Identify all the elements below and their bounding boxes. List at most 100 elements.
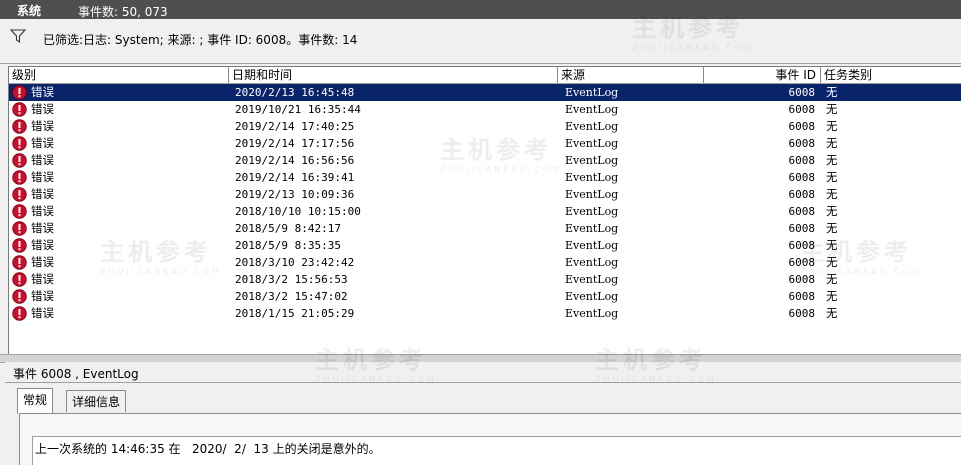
error-icon <box>12 204 27 219</box>
detail-tabs: 常规 详细信息 <box>0 383 961 417</box>
error-icon <box>12 255 27 270</box>
table-row[interactable]: 错误 2018/1/15 21:05:29 EventLog 6008 无 <box>9 305 961 322</box>
task-category-cell: 无 <box>826 306 838 320</box>
event-id-cell: 6008 <box>788 205 816 218</box>
table-row[interactable]: 错误 2018/3/2 15:56:53 EventLog 6008 无 <box>9 271 961 288</box>
event-count: 事件数: 50, 073 <box>78 5 168 19</box>
datetime-cell: 2019/2/14 16:56:56 <box>235 154 355 167</box>
filter-bar: 已筛选:日志: System; 来源: ; 事件 ID: 6008。事件数: 1… <box>0 19 961 64</box>
level-label: 错误 <box>31 170 54 184</box>
source-cell: EventLog <box>565 120 619 133</box>
event-id-cell: 6008 <box>788 188 816 201</box>
event-rows: 错误 2020/2/13 16:45:48 EventLog 6008 无错误 2019/… <box>9 84 961 322</box>
event-id-cell: 6008 <box>788 290 816 303</box>
table-row[interactable]: 错误 2019/2/14 17:40:25 EventLog 6008 无 <box>9 118 961 135</box>
task-category-cell: 无 <box>826 85 838 99</box>
datetime-cell: 2019/10/21 16:35:44 <box>235 103 361 116</box>
table-row[interactable]: 错误 2018/3/2 15:47:02 EventLog 6008 无 <box>9 288 961 305</box>
error-icon <box>12 119 27 134</box>
task-category-cell: 无 <box>826 238 838 252</box>
task-category-cell: 无 <box>826 289 838 303</box>
column-source[interactable]: 来源 <box>558 67 704 83</box>
column-datetime[interactable]: 日期和时间 <box>229 67 558 83</box>
task-category-cell: 无 <box>826 170 838 184</box>
datetime-cell: 2019/2/14 17:40:25 <box>235 120 355 133</box>
level-label: 错误 <box>31 238 54 252</box>
level-label: 错误 <box>31 289 54 303</box>
event-id-cell: 6008 <box>788 154 816 167</box>
column-event-id[interactable]: 事件 ID <box>704 67 821 83</box>
event-id-cell: 6008 <box>788 222 816 235</box>
source-cell: EventLog <box>565 205 619 218</box>
event-id-cell: 6008 <box>788 239 816 252</box>
tab-general[interactable]: 常规 <box>17 388 54 414</box>
event-id-cell: 6008 <box>788 103 816 116</box>
error-icon <box>12 306 27 321</box>
event-list[interactable]: 级别 日期和时间 来源 事件 ID 任务类别 错误 2020/2/13 16:45… <box>8 66 961 355</box>
table-row[interactable]: 错误 2019/2/13 10:09:36 EventLog 6008 无 <box>9 186 961 203</box>
datetime-cell: 2018/5/9 8:42:17 <box>235 222 341 235</box>
task-category-cell: 无 <box>826 187 838 201</box>
source-cell: EventLog <box>565 273 619 286</box>
event-id-cell: 6008 <box>788 256 816 269</box>
task-category-cell: 无 <box>826 255 838 269</box>
level-label: 错误 <box>31 136 54 150</box>
level-label: 错误 <box>31 204 54 218</box>
table-row[interactable]: 错误 2018/3/10 23:42:42 EventLog 6008 无 <box>9 254 961 271</box>
event-id-cell: 6008 <box>788 120 816 133</box>
source-cell: EventLog <box>565 307 619 320</box>
table-row[interactable]: 错误 2018/5/9 8:42:17 EventLog 6008 无 <box>9 220 961 237</box>
error-icon <box>12 85 27 100</box>
table-row[interactable]: 错误 2020/2/13 16:45:48 EventLog 6008 无 <box>9 84 961 101</box>
source-cell: EventLog <box>565 290 619 303</box>
source-cell: EventLog <box>565 188 619 201</box>
task-category-cell: 无 <box>826 136 838 150</box>
title-bar: 系统 事件数: 50, 073 <box>0 0 961 19</box>
level-label: 错误 <box>31 119 54 133</box>
datetime-cell: 2018/10/10 10:15:00 <box>235 205 361 218</box>
event-id-cell: 6008 <box>788 171 816 184</box>
tab-details[interactable]: 详细信息 <box>66 390 127 412</box>
datetime-cell: 2020/2/13 16:45:48 <box>235 86 355 99</box>
event-message-box[interactable]: 上一次系统的 14:46:35 在 2020/ 2/ 13 上的关闭是意外的。 <box>32 436 961 465</box>
level-label: 错误 <box>31 221 54 235</box>
level-label: 错误 <box>31 153 54 167</box>
error-icon <box>12 170 27 185</box>
table-row[interactable]: 错误 2018/10/10 10:15:00 EventLog 6008 无 <box>9 203 961 220</box>
task-category-cell: 无 <box>826 102 838 116</box>
column-level[interactable]: 级别 <box>9 67 229 83</box>
table-row[interactable]: 错误 2019/10/21 16:35:44 EventLog 6008 无 <box>9 101 961 118</box>
source-cell: EventLog <box>565 103 619 116</box>
error-icon <box>12 136 27 151</box>
column-header: 级别 日期和时间 来源 事件 ID 任务类别 <box>9 67 961 84</box>
level-label: 错误 <box>31 255 54 269</box>
event-id-cell: 6008 <box>788 137 816 150</box>
table-row[interactable]: 错误 2019/2/14 16:56:56 EventLog 6008 无 <box>9 152 961 169</box>
detail-title: 事件 6008 , EventLog <box>13 367 139 381</box>
task-category-cell: 无 <box>826 272 838 286</box>
table-row[interactable]: 错误 2019/2/14 17:17:56 EventLog 6008 无 <box>9 135 961 152</box>
table-row[interactable]: 错误 2019/2/14 16:39:41 EventLog 6008 无 <box>9 169 961 186</box>
level-label: 错误 <box>31 306 54 320</box>
event-id-cell: 6008 <box>788 86 816 99</box>
filter-description: 已筛选:日志: System; 来源: ; 事件 ID: 6008。事件数: 1… <box>43 33 358 47</box>
task-category-cell: 无 <box>826 153 838 167</box>
event-id-cell: 6008 <box>788 273 816 286</box>
funnel-icon[interactable] <box>10 29 26 43</box>
detail-header: 事件 6008 , EventLog <box>5 362 961 383</box>
error-icon <box>12 187 27 202</box>
source-cell: EventLog <box>565 222 619 235</box>
source-cell: EventLog <box>565 137 619 150</box>
source-cell: EventLog <box>565 239 619 252</box>
level-label: 错误 <box>31 102 54 116</box>
level-label: 错误 <box>31 85 54 99</box>
event-id-cell: 6008 <box>788 307 816 320</box>
column-task-category[interactable]: 任务类别 <box>821 67 961 83</box>
table-row[interactable]: 错误 2018/5/9 8:35:35 EventLog 6008 无 <box>9 237 961 254</box>
error-icon <box>12 272 27 287</box>
datetime-cell: 2018/3/10 23:42:42 <box>235 256 355 269</box>
datetime-cell: 2018/5/9 8:35:35 <box>235 239 341 252</box>
datetime-cell: 2018/3/2 15:56:53 <box>235 273 348 286</box>
error-icon <box>12 238 27 253</box>
level-label: 错误 <box>31 187 54 201</box>
